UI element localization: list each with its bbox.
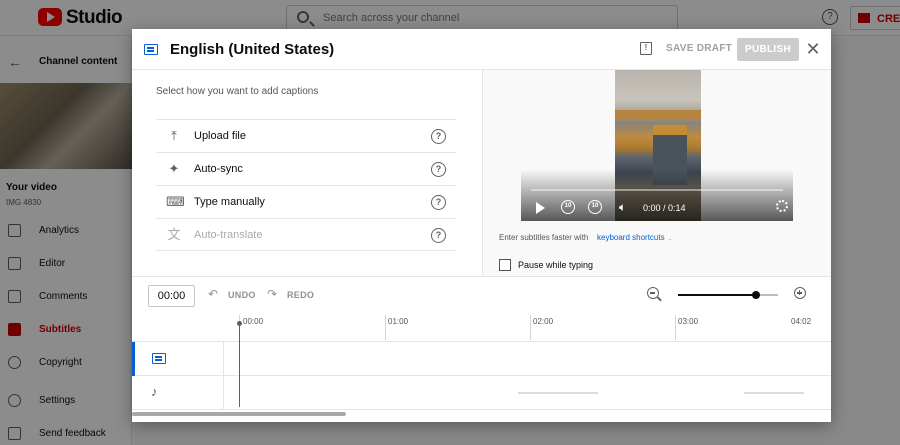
tick-line bbox=[675, 315, 676, 340]
video-scene-counter bbox=[615, 110, 701, 120]
help-icon[interactable]: ? bbox=[431, 228, 446, 243]
subtitles-icon bbox=[144, 44, 158, 55]
shortcut-hint: Enter subtitles faster with bbox=[499, 233, 589, 242]
music-note-icon: ♪ bbox=[151, 384, 158, 399]
playhead[interactable] bbox=[239, 323, 240, 407]
help-icon[interactable]: ? bbox=[431, 162, 446, 177]
tick-label: 04:02 bbox=[791, 317, 812, 326]
subtitle-track-header bbox=[132, 342, 224, 376]
time-display: 0:00 / 0:14 bbox=[643, 203, 686, 213]
audio-track[interactable]: ♪ bbox=[132, 376, 831, 410]
redo-icon[interactable]: ↷ bbox=[267, 287, 277, 301]
option-label: Auto-sync bbox=[194, 163, 243, 175]
zoom-in-icon[interactable] bbox=[794, 287, 806, 299]
publish-button[interactable]: PUBLISH bbox=[737, 38, 799, 61]
hint-period: . bbox=[669, 233, 672, 242]
caption-method-panel: Select how you want to add captions ⤒ Up… bbox=[132, 70, 482, 276]
player-controls: 10 10 🔈︎ 0:00 / 0:14 bbox=[521, 169, 793, 221]
pause-while-typing-checkbox[interactable] bbox=[499, 259, 511, 271]
option-label: Type manually bbox=[194, 196, 265, 208]
feedback-flag-icon[interactable]: ! bbox=[640, 42, 652, 55]
tick-line bbox=[530, 315, 531, 340]
keyboard-icon: ⌨ bbox=[166, 194, 185, 209]
dialog-header: English (United States) ! SAVE DRAFT PUB… bbox=[132, 29, 831, 70]
gear-icon[interactable] bbox=[776, 200, 788, 212]
zoom-out-icon[interactable] bbox=[647, 287, 659, 299]
audio-waveform bbox=[518, 392, 598, 394]
tick-label: 02:00 bbox=[533, 317, 554, 326]
option-auto-translate: 文 Auto-translate ? bbox=[156, 218, 456, 251]
option-label: Auto-translate bbox=[194, 229, 263, 241]
horizontal-scrollbar[interactable] bbox=[132, 412, 346, 416]
tick-label: 01:00 bbox=[388, 317, 409, 326]
close-icon[interactable]: ✕ bbox=[804, 38, 822, 60]
undo-icon[interactable]: ↶ bbox=[208, 287, 218, 301]
option-type-manually[interactable]: ⌨ Type manually ? bbox=[156, 185, 456, 218]
subtitles-editor-dialog: English (United States) ! SAVE DRAFT PUB… bbox=[132, 29, 831, 422]
zoom-slider-fill bbox=[678, 294, 756, 296]
option-upload-file[interactable]: ⤒ Upload file ? bbox=[156, 119, 456, 152]
video-preview-panel: 10 10 🔈︎ 0:00 / 0:14 Enter subtitles fas… bbox=[482, 70, 831, 276]
play-icon[interactable] bbox=[536, 202, 545, 214]
video-player[interactable]: 10 10 🔈︎ 0:00 / 0:14 bbox=[521, 70, 793, 221]
tick-label: 00:00 bbox=[243, 317, 264, 326]
zoom-slider[interactable] bbox=[678, 291, 778, 299]
playhead-handle[interactable] bbox=[237, 321, 242, 326]
keyboard-shortcuts-link[interactable]: keyboard shortcuts bbox=[597, 233, 665, 242]
save-draft-button[interactable]: SAVE DRAFT bbox=[666, 43, 732, 54]
tick-label: 03:00 bbox=[678, 317, 699, 326]
volume-icon[interactable]: 🔈︎ bbox=[619, 200, 626, 215]
caption-method-prompt: Select how you want to add captions bbox=[156, 86, 319, 97]
timeline-ruler[interactable]: 00:00 01:00 02:00 03:00 04:02 bbox=[132, 313, 831, 342]
audio-waveform bbox=[744, 392, 804, 394]
redo-button[interactable]: REDO bbox=[287, 290, 314, 300]
subtitle-track[interactable] bbox=[132, 342, 831, 376]
sparkle-icon: ✦ bbox=[168, 161, 180, 176]
zoom-slider-handle[interactable] bbox=[752, 291, 760, 299]
help-icon[interactable]: ? bbox=[431, 195, 446, 210]
forward-10-icon[interactable]: 10 bbox=[588, 200, 602, 214]
rewind-10-icon[interactable]: 10 bbox=[561, 200, 575, 214]
help-icon[interactable]: ? bbox=[431, 129, 446, 144]
translate-icon: 文 bbox=[167, 227, 181, 242]
current-time-input[interactable]: 00:00 bbox=[148, 285, 195, 307]
audio-track-header: ♪ bbox=[132, 376, 224, 410]
pause-while-typing-label: Pause while typing bbox=[518, 260, 594, 270]
option-auto-sync[interactable]: ✦ Auto-sync ? bbox=[156, 152, 456, 185]
undo-button[interactable]: UNDO bbox=[228, 290, 256, 300]
option-label: Upload file bbox=[194, 130, 246, 142]
progress-bar[interactable] bbox=[531, 189, 783, 191]
upload-icon: ⤒ bbox=[171, 128, 177, 143]
dialog-title: English (United States) bbox=[170, 41, 335, 58]
timeline-toolbar: 00:00 ↶ UNDO ↷ REDO bbox=[132, 276, 831, 313]
tick-line bbox=[385, 315, 386, 340]
subtitles-icon bbox=[152, 353, 166, 364]
